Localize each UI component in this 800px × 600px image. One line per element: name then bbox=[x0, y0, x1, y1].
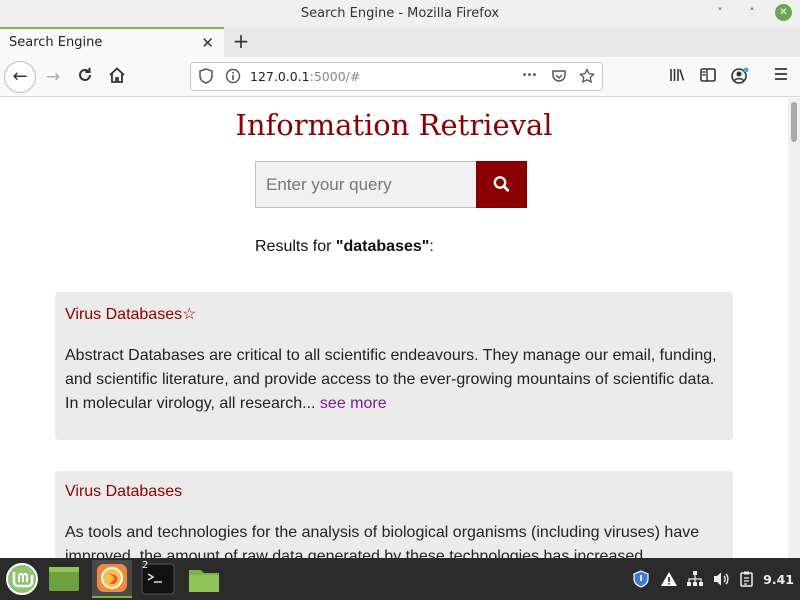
tab-search-engine[interactable]: Search Engine ✕ bbox=[0, 27, 224, 57]
result-snippet-text: Abstract Databases are critical to all s… bbox=[65, 347, 717, 412]
search-input[interactable]: Enter your query bbox=[255, 161, 477, 208]
taskbar-files[interactable] bbox=[184, 560, 224, 598]
result-title[interactable]: Virus Databases☆ bbox=[65, 304, 723, 324]
window-close-icon[interactable]: ✕ bbox=[775, 4, 792, 21]
url-bar[interactable]: 127.0.0.1:5000/# ••• bbox=[190, 62, 603, 91]
result-card: Virus Databases☆ Abstract Databases are … bbox=[55, 292, 733, 440]
results-summary: Results for "databases": bbox=[255, 238, 434, 256]
see-more-link[interactable]: see more bbox=[320, 395, 387, 412]
menu-icon[interactable] bbox=[770, 66, 792, 88]
network-icon[interactable] bbox=[686, 570, 704, 592]
security-shield-icon[interactable] bbox=[632, 570, 650, 592]
back-button[interactable]: ← bbox=[4, 61, 36, 93]
firefox-icon bbox=[97, 564, 127, 592]
result-snippet: Abstract Databases are critical to all s… bbox=[65, 344, 723, 416]
search-icon bbox=[493, 176, 510, 192]
mint-menu-button[interactable] bbox=[2, 560, 42, 598]
url-path: :5000/# bbox=[309, 69, 361, 84]
folder-icon bbox=[189, 570, 219, 592]
result-snippet: As tools and technologies for the analys… bbox=[65, 524, 700, 558]
warning-icon[interactable] bbox=[660, 570, 678, 592]
page-title: Information Retrieval bbox=[235, 108, 553, 142]
url-host: 127.0.0.1 bbox=[250, 69, 310, 84]
volume-icon[interactable] bbox=[712, 570, 730, 592]
linux-mint-logo-icon bbox=[6, 563, 38, 595]
scrollbar-thumb[interactable] bbox=[791, 102, 797, 142]
new-tab-icon[interactable]: + bbox=[231, 29, 251, 53]
maximize-icon[interactable]: ˄ bbox=[743, 4, 761, 22]
bookmark-star-icon[interactable] bbox=[578, 67, 596, 84]
terminal-badge: 2 bbox=[142, 560, 149, 571]
account-icon[interactable] bbox=[729, 66, 751, 88]
minimize-icon[interactable]: ˅ bbox=[711, 4, 729, 22]
pocket-icon[interactable] bbox=[551, 68, 567, 84]
results-query: "databases" bbox=[335, 238, 430, 255]
forward-arrow-icon[interactable]: → bbox=[42, 66, 64, 88]
result-card: Virus Databases As tools and technologie… bbox=[55, 471, 733, 558]
back-arrow-icon: ← bbox=[12, 66, 28, 87]
page-actions-icon[interactable]: ••• bbox=[521, 68, 538, 84]
clipboard-icon[interactable] bbox=[738, 570, 756, 592]
sidebar-icon[interactable] bbox=[697, 66, 719, 88]
desktop-icon bbox=[49, 567, 79, 591]
shield-icon[interactable] bbox=[198, 68, 214, 84]
tab-close-icon[interactable]: ✕ bbox=[201, 34, 214, 52]
home-icon[interactable] bbox=[106, 66, 128, 88]
result-title[interactable]: Virus Databases bbox=[65, 483, 723, 501]
reload-icon[interactable] bbox=[74, 66, 96, 88]
tab-strip: Search Engine ✕ + bbox=[0, 27, 800, 57]
taskbar-firefox[interactable] bbox=[92, 560, 132, 598]
taskbar-terminal[interactable]: 2 bbox=[138, 560, 178, 598]
page-scrollbar[interactable] bbox=[788, 98, 800, 558]
clock[interactable]: 9.41 bbox=[763, 572, 794, 587]
show-desktop-button[interactable] bbox=[44, 560, 84, 598]
info-icon[interactable] bbox=[225, 68, 241, 84]
search-button[interactable] bbox=[476, 161, 527, 208]
window-titlebar: Search Engine - Mozilla Firefox ˅ ˄ ✕ bbox=[0, 0, 800, 27]
library-icon[interactable] bbox=[666, 66, 688, 88]
web-page: Information Retrieval Enter your query R… bbox=[0, 98, 788, 558]
results-suffix: : bbox=[429, 238, 434, 255]
taskbar: 2 9.41 bbox=[0, 558, 800, 600]
url-text[interactable]: 127.0.0.1:5000/# bbox=[250, 69, 360, 84]
tab-label: Search Engine bbox=[9, 35, 103, 50]
nav-toolbar: ← → 127.0.0.1:5000/# ••• bbox=[0, 57, 800, 97]
results-prefix: Results for bbox=[255, 238, 336, 255]
window-title: Search Engine - Mozilla Firefox bbox=[300, 6, 500, 21]
